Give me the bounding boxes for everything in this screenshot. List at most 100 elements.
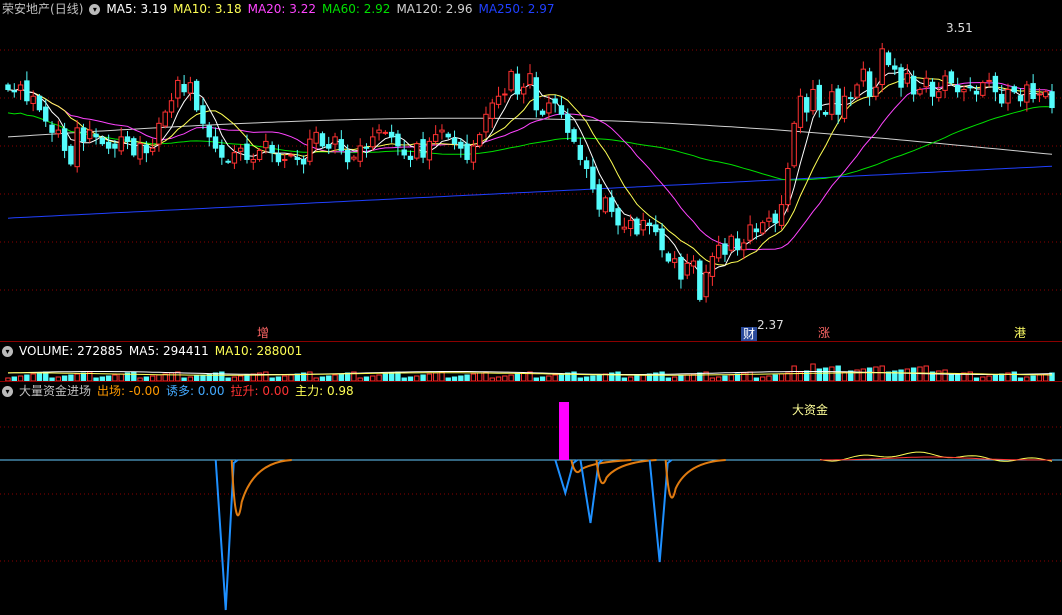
volume-bar	[175, 371, 181, 382]
candle	[804, 93, 810, 122]
event-tag-gang[interactable]: 港	[1012, 326, 1029, 340]
volume-bar	[734, 373, 741, 382]
candle	[269, 141, 275, 163]
event-tag-zhang[interactable]: 涨	[816, 326, 833, 340]
candle-body	[17, 84, 24, 91]
volume-bar	[470, 373, 477, 382]
candle	[822, 110, 829, 117]
candle	[24, 71, 30, 105]
candle-body	[791, 122, 797, 167]
candle-body	[772, 213, 778, 224]
candle-body	[998, 93, 1005, 104]
candle-body	[370, 136, 376, 148]
price-chart-canvas[interactable]	[0, 0, 1062, 341]
candle-body	[634, 218, 640, 235]
candle	[558, 96, 565, 119]
candle-body	[986, 79, 992, 82]
volume-bar	[219, 371, 225, 382]
candle-body	[715, 244, 722, 259]
chevron-down-icon[interactable]: ▾	[2, 346, 13, 357]
candle-body	[860, 68, 867, 82]
candle-body	[319, 133, 326, 147]
candle-body	[131, 138, 137, 156]
chevron-down-icon[interactable]: ▾	[2, 386, 13, 397]
candle-body	[219, 144, 225, 158]
candle	[74, 120, 80, 173]
candle-body	[156, 122, 162, 145]
candle-body	[231, 152, 238, 164]
candle	[162, 109, 168, 129]
volume-bar	[822, 367, 829, 382]
volume-bar	[829, 366, 835, 382]
candle	[137, 135, 143, 165]
exit-curve-3	[664, 459, 726, 499]
candle	[476, 132, 483, 149]
indicator-panel[interactable]: ▾ 大量资金进场 出场: -0.00 诱多: 0.00 拉升: 0.00 主力: 0.98…	[0, 381, 1062, 615]
candle-body	[615, 208, 621, 226]
candle-body	[351, 156, 357, 160]
candle-body	[112, 143, 118, 149]
candle-body	[80, 127, 87, 142]
price-chart-panel[interactable]: 荣安地产(日线) ▾ MA5: 3.19 MA10: 3.18 MA20: 3.22 MA…	[0, 0, 1062, 341]
candle-body	[797, 95, 804, 128]
candle-body	[816, 84, 823, 111]
candle-body	[1036, 93, 1043, 96]
candle	[131, 136, 137, 158]
volume-panel[interactable]: ▾ VOLUME: 272885 MA5: 294411 MA10: 288001	[0, 341, 1062, 382]
candle-body	[206, 125, 212, 138]
candle-body	[49, 124, 55, 133]
candle-body	[105, 141, 112, 149]
candle-body	[552, 98, 558, 104]
candle-body	[621, 226, 628, 230]
event-tag-cai[interactable]: 财	[741, 327, 758, 341]
candle	[282, 153, 288, 169]
candle	[483, 106, 489, 138]
candle	[791, 121, 797, 169]
candle	[256, 148, 263, 162]
candle	[451, 130, 458, 150]
candle-body	[690, 260, 697, 267]
candle-body	[149, 147, 156, 152]
candle-body	[282, 158, 288, 161]
candle	[829, 84, 835, 121]
event-tag-zeng[interactable]: 增	[255, 326, 272, 340]
candle	[439, 124, 445, 140]
candle-body	[910, 75, 917, 95]
volume-bar	[904, 368, 911, 382]
chevron-down-icon[interactable]: ▾	[89, 4, 101, 15]
candle-body	[948, 71, 955, 84]
candle-body	[313, 131, 319, 144]
indicator-chart-canvas[interactable]	[0, 382, 1062, 615]
volume-bar	[615, 371, 621, 382]
candle-body	[653, 224, 659, 233]
candle	[772, 210, 778, 233]
candle	[621, 217, 628, 234]
candle	[980, 80, 986, 98]
candle	[225, 159, 231, 164]
candle-body	[326, 144, 332, 149]
ma250-line	[7, 165, 1053, 219]
candle-body	[99, 137, 106, 145]
candle-body	[36, 95, 43, 111]
candle	[992, 72, 999, 102]
candle	[376, 124, 382, 141]
exit-curve-0	[230, 459, 292, 517]
candle	[344, 144, 351, 170]
candle-body	[193, 80, 200, 111]
candle-body	[521, 86, 527, 95]
candle	[521, 83, 527, 104]
candle-body	[483, 113, 489, 133]
volume-bar	[998, 373, 1005, 382]
candle	[370, 127, 376, 151]
inducement-spike-1	[554, 459, 578, 497]
candle-body	[546, 102, 552, 114]
volume-bar	[168, 372, 175, 382]
candle-body	[1017, 95, 1024, 102]
volume-bar	[80, 372, 87, 382]
candle	[464, 134, 470, 164]
chart-period: (日线)	[50, 2, 84, 16]
candle-body	[1024, 84, 1030, 103]
candle-body	[841, 95, 848, 119]
candle	[244, 134, 250, 164]
volume-bar	[778, 373, 785, 382]
